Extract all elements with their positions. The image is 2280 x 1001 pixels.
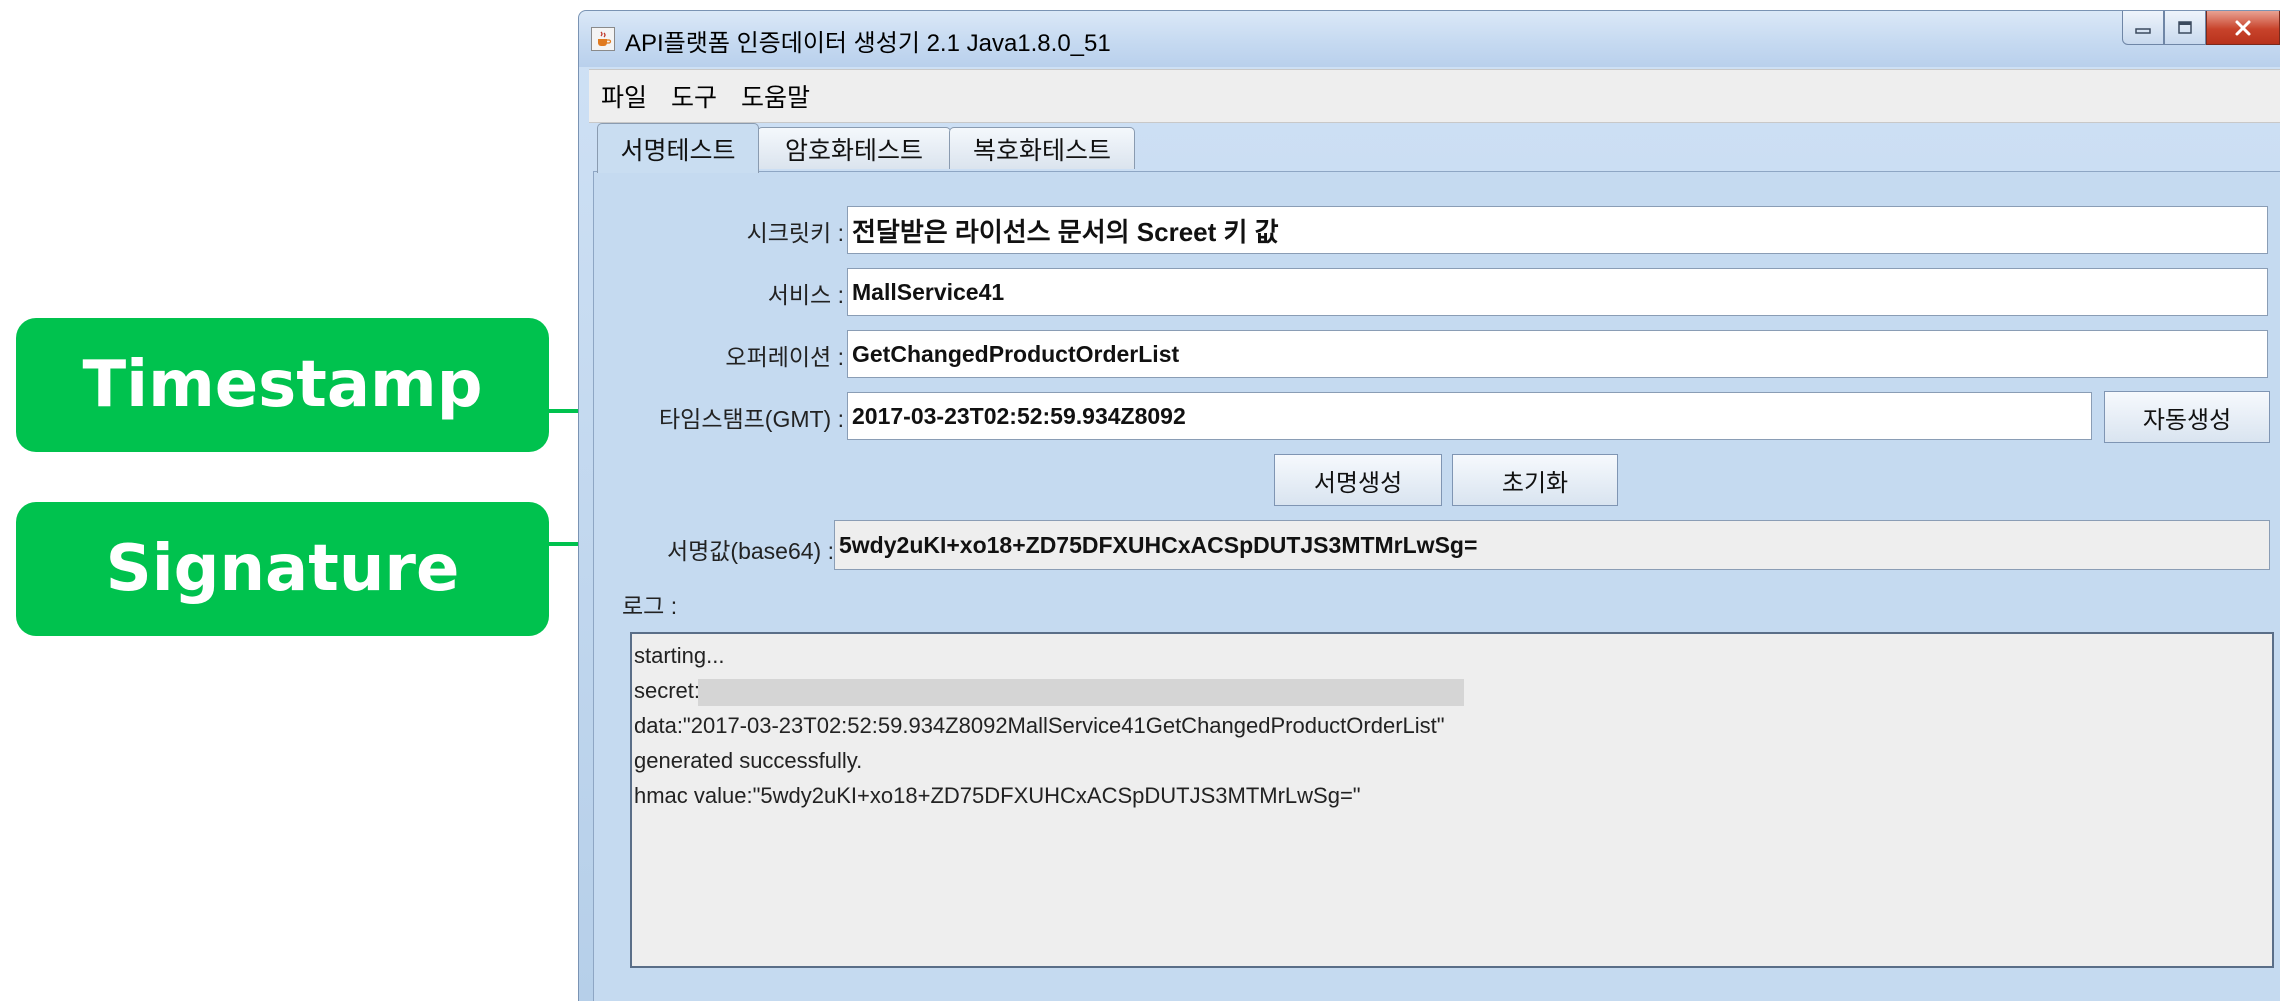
window-controls: [2122, 11, 2280, 45]
log-line-secret-text: secret:: [634, 678, 701, 703]
menu-file[interactable]: 파일: [589, 78, 659, 114]
secret-key-label: 시크릿키 :: [746, 220, 844, 246]
minimize-button[interactable]: [2122, 11, 2164, 45]
tab-signature-test[interactable]: 서명테스트: [597, 123, 759, 173]
generate-signature-button[interactable]: 서명생성: [1274, 454, 1442, 506]
log-line: generated successfully.: [634, 748, 863, 773]
log-line: data:"2017-03-23T02:52:59.934Z8092MallSe…: [634, 713, 1445, 738]
close-button[interactable]: [2206, 11, 2280, 45]
app-window: API플랫폼 인증데이터 생성기 2.1 Java1.8.0_51 파일 도구 …: [578, 10, 2280, 1001]
callout-signature-label: Signature: [105, 532, 460, 606]
service-label: 서비스 :: [767, 282, 844, 308]
callout-timestamp: Timestamp: [16, 318, 549, 452]
log-line: starting...: [634, 643, 725, 668]
signature-output[interactable]: 5wdy2uKI+xo18+ZD75DFXUHCxACSpDUTJS3MTMrL…: [834, 520, 2270, 570]
menu-help[interactable]: 도움말: [729, 78, 822, 114]
timestamp-input[interactable]: 2017-03-23T02:52:59.934Z8092: [847, 392, 2092, 440]
close-icon: [2235, 20, 2251, 35]
window-title: API플랫폼 인증데이터 생성기 2.1 Java1.8.0_51: [625, 30, 1111, 57]
log-label: 로그 :: [622, 593, 678, 619]
maximize-button[interactable]: [2164, 11, 2206, 45]
java-cup-icon: [591, 27, 615, 51]
secret-key-input[interactable]: 전달받은 라이선스 문서의 Screet 키 값: [847, 206, 2268, 254]
service-input[interactable]: MallService41: [847, 268, 2268, 316]
callout-signature: Signature: [16, 502, 549, 636]
operation-input[interactable]: GetChangedProductOrderList: [847, 330, 2268, 378]
tab-decryption-test[interactable]: 복호화테스트: [949, 127, 1135, 169]
operation-label: 오퍼레이션 :: [725, 344, 844, 370]
timestamp-label: 타임스탬프(GMT) :: [659, 406, 844, 432]
menu-bar: 파일 도구 도움말: [589, 69, 2280, 123]
reset-button[interactable]: 초기화: [1452, 454, 1618, 506]
minimize-icon: [2135, 27, 2151, 34]
redacted-secret: [698, 678, 1465, 706]
log-line: hmac value:"5wdy2uKI+xo18+ZD75DFXUHCxACS…: [634, 783, 1361, 808]
tab-encryption-test[interactable]: 암호화테스트: [757, 127, 951, 169]
callout-timestamp-label: Timestamp: [82, 348, 483, 422]
log-textarea[interactable]: starting... secret: data:"2017-03-23T02:…: [630, 632, 2274, 968]
auto-generate-button[interactable]: 자동생성: [2104, 391, 2270, 443]
log-line-secret: secret:: [634, 673, 2272, 708]
menu-tools[interactable]: 도구: [659, 78, 729, 114]
maximize-icon: [2178, 20, 2192, 34]
signature-label: 서명값(base64) :: [666, 538, 834, 564]
title-bar[interactable]: API플랫폼 인증데이터 생성기 2.1 Java1.8.0_51: [579, 11, 2280, 67]
signature-test-panel: 시크릿키 : 전달받은 라이선스 문서의 Screet 키 값 서비스 : Ma…: [593, 171, 2280, 1001]
